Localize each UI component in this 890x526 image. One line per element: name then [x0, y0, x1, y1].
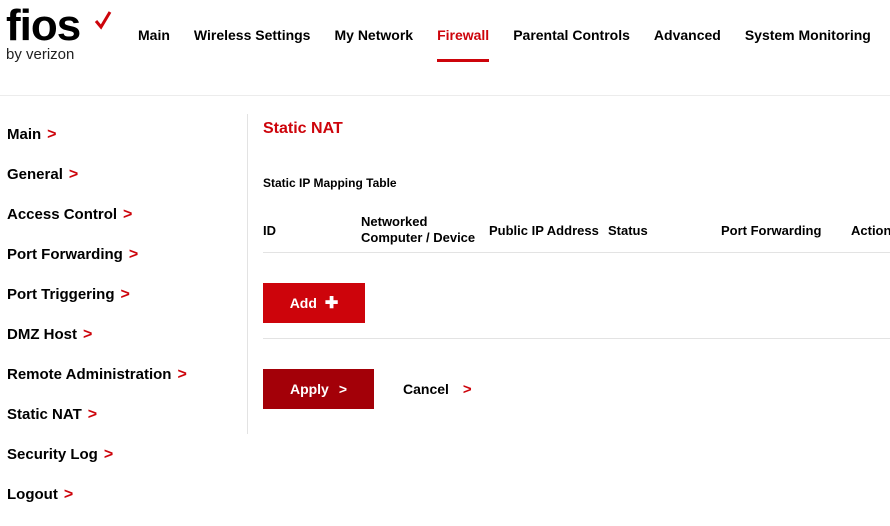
- column-header-public-ip: Public IP Address: [489, 223, 599, 238]
- nav-main[interactable]: Main: [138, 27, 170, 43]
- sidebar-item-dmz-host[interactable]: DMZ Host >: [7, 326, 187, 366]
- sidebar-item-port-triggering[interactable]: Port Triggering >: [7, 286, 187, 326]
- sidebar: Main > General > Access Control > Port Forw…: [7, 126, 187, 526]
- column-header-port-forwarding: Port Forwarding: [721, 223, 822, 238]
- sidebar-item-security-log[interactable]: Security Log >: [7, 446, 187, 486]
- chevron-right-icon: >: [120, 286, 130, 303]
- plus-icon: ✚: [324, 295, 339, 312]
- cancel-link[interactable]: Cancel >: [403, 381, 472, 398]
- column-header-status: Status: [608, 223, 648, 238]
- chevron-right-icon: >: [87, 406, 98, 423]
- chevron-right-icon: >: [177, 366, 187, 383]
- sidebar-item-remote-administration[interactable]: Remote Administration >: [7, 366, 187, 406]
- chevron-right-icon: >: [462, 381, 472, 398]
- main-content: Static NAT Static IP Mapping Table ID Ne…: [263, 120, 890, 409]
- chevron-right-icon: >: [128, 246, 139, 263]
- sidebar-item-label: Security Log: [7, 446, 98, 463]
- fios-logo: fios by verizon: [6, 1, 112, 63]
- cancel-link-label: Cancel: [403, 381, 449, 397]
- header-divider: [0, 95, 890, 96]
- sidebar-item-access-control[interactable]: Access Control >: [7, 206, 187, 246]
- nav-advanced[interactable]: Advanced: [654, 27, 721, 43]
- add-button[interactable]: Add ✚: [263, 283, 365, 323]
- sidebar-item-label: General: [7, 166, 63, 183]
- sidebar-item-label: Port Triggering: [7, 286, 115, 303]
- section-divider: [263, 338, 890, 339]
- table-title: Static IP Mapping Table: [263, 176, 397, 190]
- logo-wordmark: fios: [6, 1, 81, 50]
- top-navigation: Main Wireless Settings My Network Firewa…: [138, 27, 890, 62]
- sidebar-item-static-nat[interactable]: Static NAT >: [7, 406, 187, 446]
- chevron-right-icon: >: [103, 446, 114, 463]
- nav-firewall[interactable]: Firewall: [437, 27, 490, 62]
- sidebar-item-label: Main: [7, 126, 42, 143]
- nav-my-network[interactable]: My Network: [334, 27, 413, 43]
- sidebar-item-label: Logout: [7, 486, 58, 503]
- chevron-right-icon: >: [123, 206, 133, 223]
- chevron-right-icon: >: [68, 166, 79, 183]
- column-header-networked-computer: Networked Computer / Device: [361, 214, 475, 246]
- chevron-right-icon: >: [83, 326, 93, 343]
- sidebar-item-main[interactable]: Main >: [7, 126, 187, 166]
- checkmark-icon: [94, 11, 112, 30]
- column-header-line: Networked: [361, 214, 428, 229]
- nav-parental-controls[interactable]: Parental Controls: [513, 27, 630, 43]
- column-header-line: Computer / Device: [361, 230, 476, 245]
- add-button-label: Add: [289, 295, 317, 311]
- page-title: Static NAT: [263, 120, 343, 137]
- apply-button-label: Apply: [289, 381, 329, 397]
- column-header-id: ID: [263, 223, 276, 238]
- sidebar-item-label: DMZ Host: [7, 326, 77, 343]
- sidebar-item-label: Remote Administration: [7, 366, 172, 383]
- nav-system-monitoring[interactable]: System Monitoring: [745, 27, 871, 43]
- table-divider: [263, 252, 890, 253]
- logo-tagline: by verizon: [6, 46, 75, 63]
- chevron-right-icon: >: [47, 126, 57, 143]
- table-header: ID Networked Computer / Device Public IP…: [263, 212, 890, 250]
- sidebar-item-label: Access Control: [7, 206, 118, 223]
- nav-wireless-settings[interactable]: Wireless Settings: [194, 27, 311, 43]
- sidebar-item-label: Static NAT: [7, 406, 82, 423]
- chevron-right-icon: >: [338, 381, 348, 397]
- apply-button[interactable]: Apply >: [263, 369, 374, 409]
- sidebar-item-logout[interactable]: Logout >: [7, 486, 187, 526]
- column-header-action: Action: [851, 223, 890, 238]
- sidebar-item-port-forwarding[interactable]: Port Forwarding >: [7, 246, 187, 286]
- chevron-right-icon: >: [63, 486, 74, 503]
- sidebar-divider: [247, 114, 248, 434]
- sidebar-item-general[interactable]: General >: [7, 166, 187, 206]
- sidebar-item-label: Port Forwarding: [7, 246, 123, 263]
